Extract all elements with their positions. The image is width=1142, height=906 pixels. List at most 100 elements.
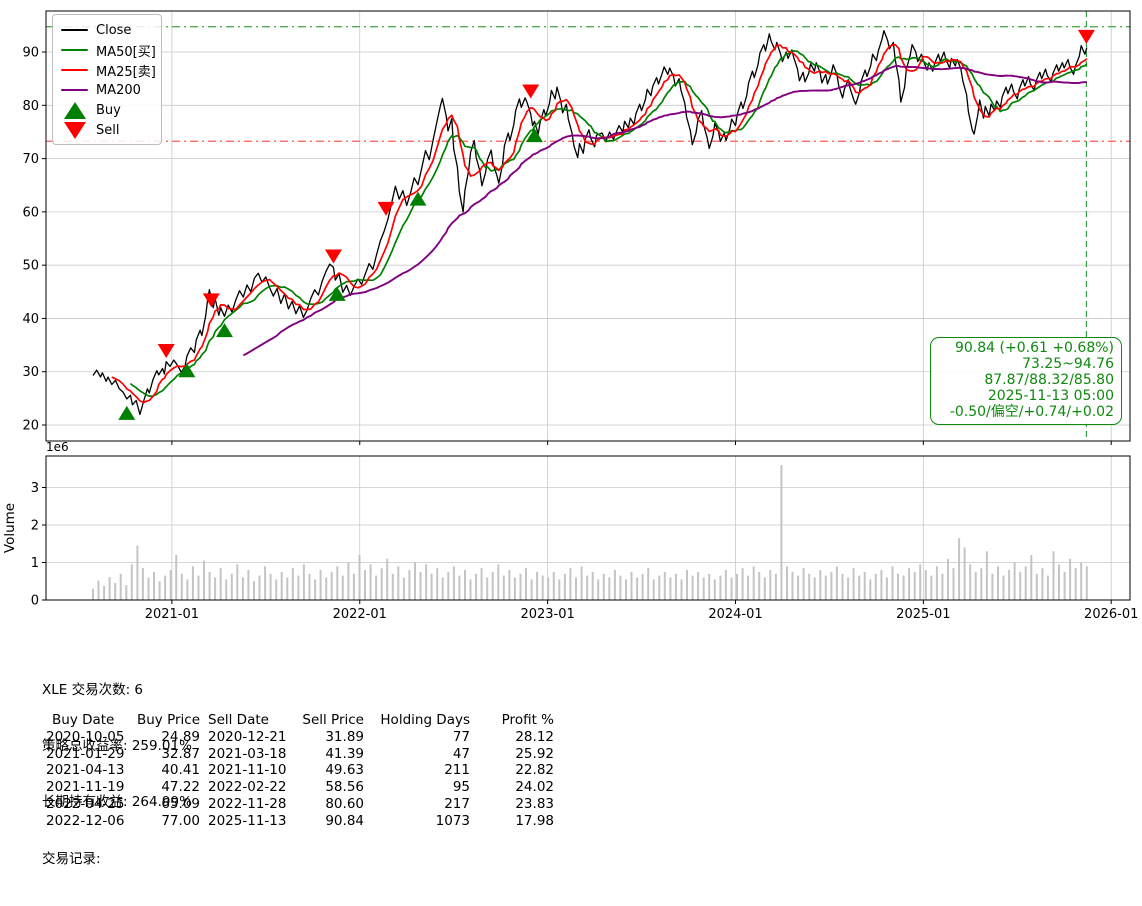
volume-bar <box>652 579 655 600</box>
trade-cell: 65.09 <box>161 795 200 812</box>
trade-cell: 1073 <box>435 812 470 829</box>
volume-bar <box>1069 558 1072 601</box>
volume-bar <box>1085 566 1088 601</box>
trade-cell: 2022-02-22 <box>208 779 287 796</box>
sell-marker <box>522 84 540 99</box>
volume-bar <box>469 579 472 600</box>
ma25-line-swatch <box>61 68 88 72</box>
volume-bar <box>602 573 605 601</box>
volume-axis-label: Volume <box>2 503 18 553</box>
volume-bar <box>369 564 372 600</box>
trade-cell: 2020-10-05 <box>46 728 125 745</box>
trade-cell: 217 <box>444 795 470 812</box>
trade-cell: 32.87 <box>161 745 200 762</box>
volume-bar <box>147 577 150 600</box>
price-tick-label: 50 <box>22 259 39 274</box>
volume-bar <box>119 573 122 601</box>
volume-bar <box>591 571 594 600</box>
trade-cell: 2022-04-25 <box>46 795 125 812</box>
volume-bar <box>358 555 361 600</box>
volume-bar <box>319 570 322 600</box>
volume-bar <box>314 579 317 600</box>
volume-tick-label: 3 <box>31 481 39 496</box>
legend-label: Buy <box>96 102 121 118</box>
price-tick-label: 90 <box>22 46 39 61</box>
legend-item-sell: Sell <box>61 120 153 140</box>
volume-bar <box>103 585 106 601</box>
price-tick-label: 70 <box>22 152 39 167</box>
volume-bar <box>797 575 800 600</box>
trade-cell: 2025-11-13 <box>208 812 287 829</box>
volume-bar <box>1074 568 1077 600</box>
volume-bar <box>769 570 772 600</box>
legend-item-close: Close <box>61 20 153 40</box>
volume-bar <box>1030 555 1033 600</box>
volume-bar <box>786 566 788 601</box>
volume-bar <box>219 568 222 600</box>
ma200-line-swatch <box>61 88 88 92</box>
volume-bar <box>741 568 744 600</box>
trade-cell: 2021-01-29 <box>46 745 125 762</box>
volume-bar <box>958 538 961 600</box>
volume-bar <box>563 573 566 601</box>
volume-bar <box>847 577 850 600</box>
volume-bar <box>885 577 888 600</box>
trade-cell: 23.83 <box>515 795 554 812</box>
buy-triangle-icon <box>61 101 88 119</box>
volume-bar <box>175 555 178 600</box>
volume-bar <box>1035 573 1038 601</box>
volume-bar <box>508 570 511 600</box>
volume-bar <box>835 566 838 601</box>
volume-bar <box>774 573 777 601</box>
volume-bar <box>236 564 239 600</box>
volume-bar <box>1080 562 1083 600</box>
volume-bar <box>969 564 972 600</box>
trade-row: 2021-11-19 47.22 2022-02-22 58.56 95 24.… <box>42 779 554 796</box>
volume-bar <box>669 577 672 600</box>
volume-tick-label: 0 <box>31 594 39 609</box>
volume-bar <box>780 465 783 600</box>
volume-bar <box>497 564 500 600</box>
trade-cell: 22.82 <box>515 762 554 779</box>
col-header-sell-date: Sell Date <box>208 712 269 728</box>
volume-bar <box>752 566 755 601</box>
volume-bar <box>980 568 983 600</box>
volume-bar <box>713 579 716 600</box>
volume-bar <box>663 571 666 600</box>
sell-marker <box>1077 29 1095 44</box>
volume-bar <box>208 571 211 600</box>
volume-bar <box>269 573 272 601</box>
volume-bar <box>397 566 400 601</box>
volume-bar <box>92 588 94 601</box>
volume-bar <box>391 573 394 601</box>
volume-bar <box>686 570 688 600</box>
trade-cell: 47 <box>452 745 470 762</box>
trade-cell: 2022-11-28 <box>208 795 287 812</box>
annotation-box: 90.84 (+0.61 +0.68%) 73.25~94.76 87.87/8… <box>930 337 1122 425</box>
trade-cell: 31.89 <box>325 728 364 745</box>
volume-bar <box>325 577 328 600</box>
volume-bar <box>1046 575 1049 600</box>
volume-bar <box>974 571 977 600</box>
sell-marker <box>324 249 342 264</box>
volume-bar <box>447 571 450 600</box>
volume-bar <box>380 568 383 600</box>
volume-tick-label: 1 <box>31 556 39 571</box>
volume-bar <box>730 577 733 600</box>
volume-bar <box>997 566 999 601</box>
stat-trade-count: XLE 交易次数: 6 <box>42 681 144 698</box>
annotation-range-line: 73.25~94.76 <box>1022 355 1114 372</box>
volume-bar <box>408 570 411 600</box>
volume-bar <box>525 568 527 600</box>
trade-cell: 2021-11-19 <box>46 779 125 796</box>
volume-bar <box>364 570 366 600</box>
x-tick-label: 2025-01 <box>896 607 950 622</box>
volume-bar <box>1008 570 1011 600</box>
legend-label: MA25[卖] <box>96 64 156 80</box>
volume-bar <box>702 577 705 600</box>
volume-bar <box>169 570 172 600</box>
volume-bar <box>414 562 416 600</box>
x-tick-label: 2021-01 <box>145 607 199 622</box>
volume-bar <box>452 566 455 601</box>
volume-bar <box>203 560 205 600</box>
